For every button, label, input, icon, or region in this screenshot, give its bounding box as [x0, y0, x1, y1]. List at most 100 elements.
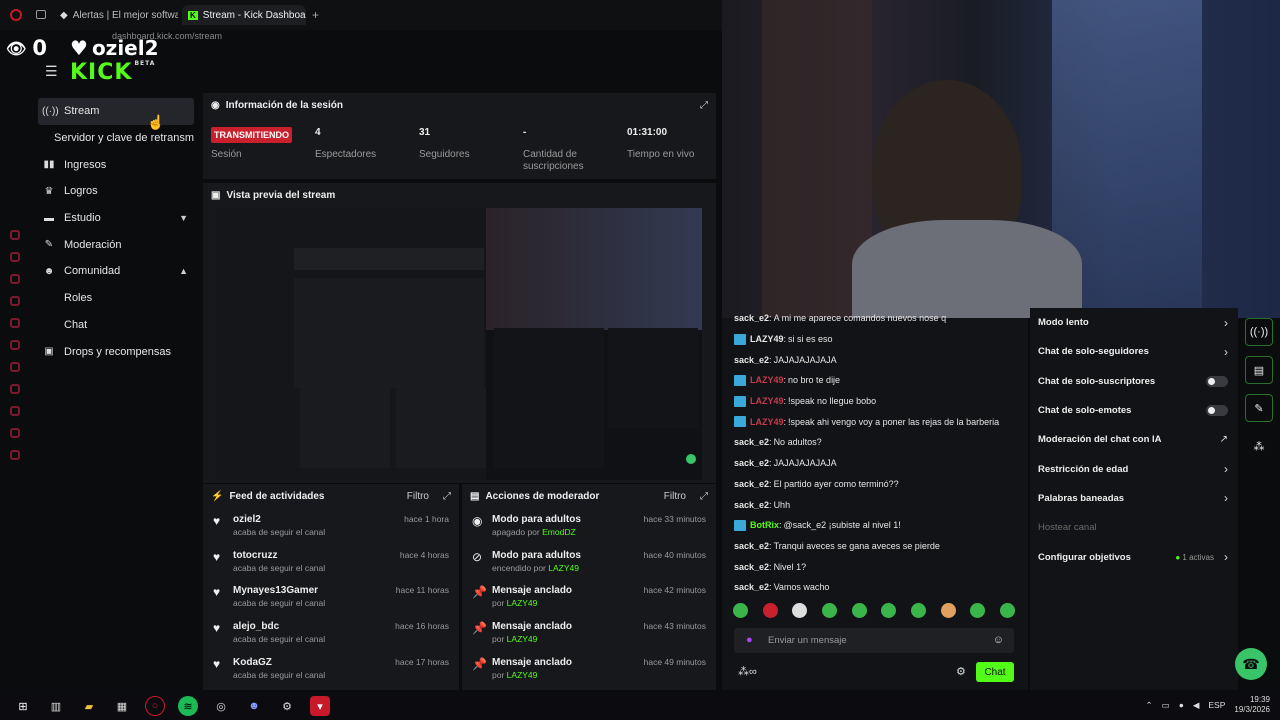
emoji-icon[interactable]: ☺ [993, 634, 1004, 646]
chat-username[interactable]: LAZY49 [750, 334, 784, 344]
list-item[interactable]: ♥ KodaGZ acaba de seguir el canal hace 17 h… [203, 651, 459, 687]
list-item[interactable]: ♥ oziel2 acaba de seguir el canal hace 1 ho… [203, 508, 459, 544]
chat-message[interactable]: LAZY49: no bro te dije [722, 370, 1028, 391]
store-icon[interactable]: ▦ [112, 696, 132, 716]
sidebar-item-ingresos[interactable]: ▮▮ Ingresos [38, 151, 194, 178]
emote-icon[interactable] [910, 603, 926, 618]
settings-icon[interactable]: ⚙ [277, 696, 297, 716]
sidebar-item-estudio[interactable]: ▬ Estudio ▼ [38, 205, 194, 232]
layout-tool-icon[interactable]: ▤ [1245, 356, 1273, 384]
rail-icon[interactable] [10, 296, 20, 306]
chat-username[interactable]: LAZY49 [750, 375, 784, 385]
setting-followers-only[interactable]: Chat de solo-seguidores › [1030, 337, 1238, 366]
spotify-icon[interactable]: ≋ [178, 696, 198, 716]
chat-message[interactable]: sack_e2: No adultos? [722, 432, 1028, 453]
rail-icon[interactable] [10, 274, 20, 284]
sidebar-item-stream[interactable]: ((·)) Stream [38, 98, 194, 125]
rail-icon[interactable] [10, 450, 20, 460]
list-item[interactable]: 📌 Mensaje anclado por LAZY49 hace 43 minuto… [462, 615, 716, 651]
chat-username[interactable]: sack_e2 [734, 500, 769, 510]
list-item[interactable]: ◉ Modo para adultos apagado por EmodDZ hace… [462, 508, 716, 544]
emote-icon[interactable] [851, 603, 867, 618]
start-icon[interactable]: ⊞ [13, 696, 33, 716]
rail-icon[interactable] [10, 362, 20, 372]
opera-icon[interactable]: ○ [145, 696, 165, 716]
chat-message[interactable]: sack_e2: JAJAJAJAJAJA [722, 453, 1028, 474]
chat-username[interactable]: LAZY49 [750, 417, 784, 427]
chevron-up-icon[interactable]: ⌃ [1146, 700, 1153, 711]
chat-username[interactable]: sack_e2 [734, 582, 769, 592]
rail-icon[interactable] [10, 428, 20, 438]
expand-icon[interactable]: ⤢ [700, 491, 708, 502]
mic-icon[interactable]: ● [1179, 700, 1184, 710]
emote-icon[interactable] [762, 603, 778, 618]
tab-stream-dashboard[interactable]: K Stream - Kick Dashboard [182, 5, 306, 25]
list-item[interactable]: ♥ Mynayes13Gamer acaba de seguir el canal h… [203, 579, 459, 615]
chat-username[interactable]: sack_e2 [734, 437, 769, 447]
kick-logo[interactable]: KICK BETA [70, 60, 155, 85]
chat-message[interactable]: sack_e2: El partido ayer como terminó?? [722, 474, 1028, 495]
gear-icon[interactable]: ⚙ [956, 665, 966, 678]
list-item[interactable]: ♥ totocruzz acaba de seguir el canal hace 4… [203, 544, 459, 580]
setting-banned-words[interactable]: Palabras baneadas › [1030, 484, 1238, 513]
sidebar-item-server-key[interactable]: Servidor y clave de retransmi [38, 125, 194, 152]
folder-icon[interactable]: ▰ [79, 696, 99, 716]
chat-username[interactable]: sack_e2 [734, 541, 769, 551]
toggle-switch[interactable] [1206, 375, 1228, 387]
list-item[interactable]: ⊘ Modo para adultos encendido por LAZY49 ha… [462, 544, 716, 580]
sidebar-item-drops[interactable]: ▣ Drops y recompensas [38, 338, 194, 365]
chat-username[interactable]: sack_e2 [734, 562, 769, 572]
stream-tool-icon[interactable]: ((·)) [1245, 318, 1273, 346]
chat-message[interactable]: sack_e2: Nivel 1? [722, 556, 1028, 577]
points-icon[interactable]: ⁂∞ [738, 665, 757, 678]
network-icon[interactable]: ▭ [1162, 700, 1170, 711]
chat-message[interactable]: sack_e2: JAJAJAJAJAJA [722, 349, 1028, 370]
toggle-switch[interactable] [1206, 405, 1228, 417]
chat-username[interactable]: sack_e2 [734, 479, 769, 489]
volume-icon[interactable]: ◀ [1193, 700, 1200, 711]
filter-button[interactable]: Filtro [664, 491, 686, 502]
setting-subscribers-only[interactable]: Chat de solo-suscriptores [1030, 367, 1238, 396]
tab-grid-icon[interactable] [36, 10, 46, 19]
rail-icon[interactable] [10, 230, 20, 240]
setting-emotes-only[interactable]: Chat de solo-emotes [1030, 396, 1238, 425]
rail-icon[interactable] [10, 384, 20, 394]
rail-icon[interactable] [10, 340, 20, 350]
clock[interactable]: 19:39 19/3/2026 [1234, 695, 1270, 715]
taskview-icon[interactable]: ▥ [46, 696, 66, 716]
discord-icon[interactable]: ☻ [244, 696, 264, 716]
emote-icon[interactable] [970, 603, 986, 618]
tab-alertas[interactable]: ◆ Alertas | El mejor softwar [54, 5, 178, 25]
sidebar-item-moderacion[interactable]: ✎ Moderación [38, 231, 194, 258]
rail-icon[interactable] [10, 318, 20, 328]
emote-icon[interactable] [999, 603, 1015, 618]
emote-icon[interactable] [940, 603, 956, 618]
list-item[interactable]: ♥ alejo_bdc acaba de seguir el canal hace 1… [203, 615, 459, 651]
sidebar-item-logros[interactable]: ♛ Logros [38, 178, 194, 205]
community-tool-icon[interactable]: ⁂ [1245, 432, 1273, 460]
chat-message[interactable]: sack_e2: Tranqui aveces se gana aveces s… [722, 536, 1028, 557]
setting-slow-mode[interactable]: Modo lento › [1030, 308, 1238, 337]
wrench-tool-icon[interactable]: ✎ [1245, 394, 1273, 422]
help-chat-button[interactable]: ☎ [1235, 648, 1267, 680]
emote-icon[interactable] [881, 603, 897, 618]
chat-send-button[interactable]: Chat [976, 662, 1014, 682]
chat-username[interactable]: LAZY49 [750, 396, 784, 406]
expand-icon[interactable]: ⤢ [443, 491, 451, 502]
chat-message[interactable]: LAZY49: !speak no llegue bobo [722, 391, 1028, 412]
emote-icon[interactable] [733, 603, 748, 618]
setting-ai-moderation[interactable]: Moderación del chat con IA ↗ [1030, 425, 1238, 454]
browser-logo-icon[interactable] [10, 9, 22, 21]
chat-message[interactable]: LAZY49: !speak ahi vengo voy a poner las… [722, 411, 1028, 432]
menu-icon[interactable]: ☰ [45, 63, 58, 80]
rail-icon[interactable] [10, 406, 20, 416]
chevron-up-icon[interactable]: ▲ [179, 266, 188, 276]
emote-icon[interactable] [792, 603, 808, 618]
sidebar-item-comunidad[interactable]: ☻ Comunidad ▲ [38, 258, 194, 285]
list-item[interactable]: 📌 Mensaje anclado por LAZY49 hace 42 minuto… [462, 579, 716, 615]
emote-icon[interactable] [821, 603, 837, 618]
obs-icon[interactable]: ◎ [211, 696, 231, 716]
chat-message[interactable]: sack_e2: Vamos wacho [722, 577, 1028, 598]
expand-icon[interactable]: ⤢ [700, 100, 708, 111]
chat-username[interactable]: sack_e2 [734, 313, 769, 323]
